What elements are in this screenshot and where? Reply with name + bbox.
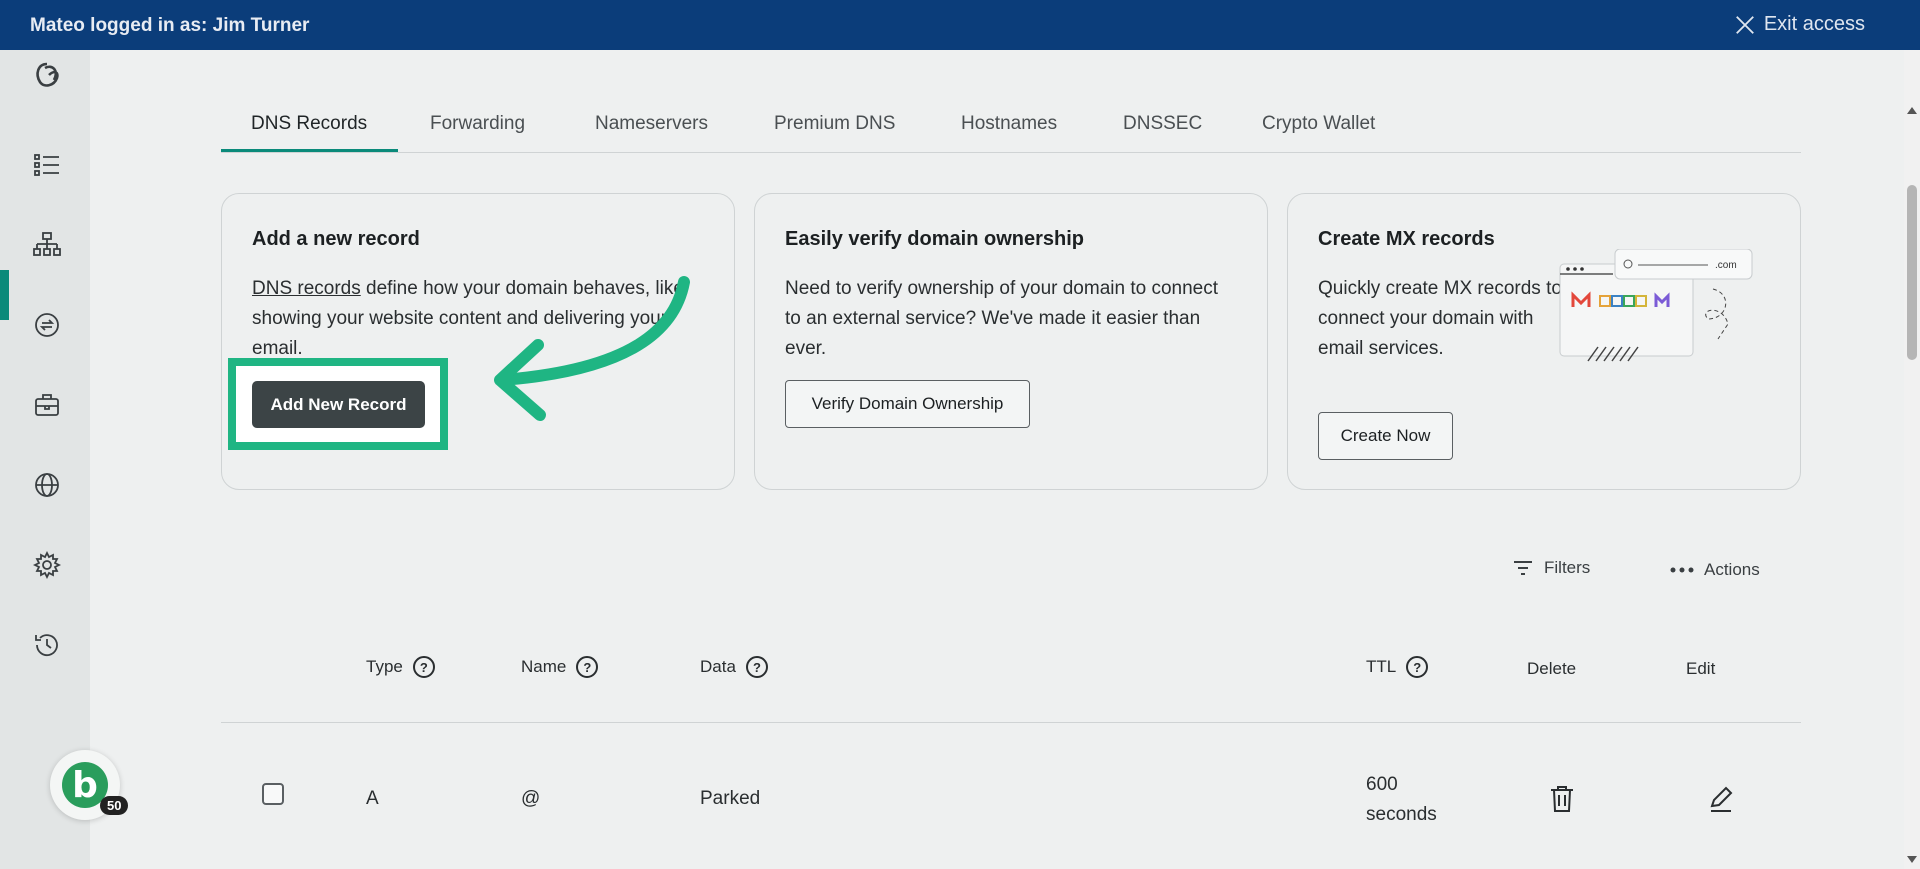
history-icon[interactable] [27,625,67,665]
help-icon[interactable]: ? [576,656,599,678]
header-ttl: TTL? [1366,656,1429,678]
dns-records-link[interactable]: DNS records [252,278,361,299]
gear-icon[interactable] [27,545,67,585]
verify-domain-description: Need to verify ownership of your domain … [785,278,1219,359]
tab-dns-records[interactable]: DNS Records [251,113,367,135]
verify-domain-title: Easily verify domain ownership [785,228,1084,250]
filters-button[interactable]: Filters [1512,558,1590,578]
active-tab-underline [221,149,398,152]
dns-tabs: DNS Records Forwarding Nameservers Premi… [221,100,1801,153]
mx-records-title: Create MX records [1318,228,1495,250]
page-scrollbar[interactable] [1904,50,1920,869]
pencil-edit-icon[interactable] [1707,784,1735,814]
verify-domain-ownership-button[interactable]: Verify Domain Ownership [785,380,1030,428]
trash-icon[interactable] [1548,784,1576,814]
record-type: A [366,788,379,809]
record-ttl-unit: seconds [1366,804,1437,825]
close-icon [1735,15,1754,34]
header-type: Type? [366,656,435,678]
filters-label: Filters [1544,558,1591,577]
briefcase-icon[interactable] [27,385,67,425]
scroll-thumb[interactable] [1907,185,1917,360]
transfer-icon[interactable] [27,305,67,345]
help-icon[interactable]: ? [412,656,435,678]
add-record-title: Add a new record [252,228,420,250]
exit-access-button[interactable]: Exit access [1734,13,1865,36]
exit-access-label: Exit access [1763,13,1865,35]
globe-icon[interactable] [27,465,67,505]
tab-nameservers[interactable]: Nameservers [595,113,708,135]
logo-icon [36,62,59,87]
header-name-label: Name [521,657,567,676]
record-data: Parked [700,788,761,809]
com-label: .com [1715,260,1737,271]
actions-button[interactable]: Actions [1670,560,1760,580]
actions-label: Actions [1704,560,1760,579]
help-icon[interactable]: ? [745,656,768,678]
mx-records-card: Create MX records Quickly create MX reco… [1287,193,1801,490]
header-ttl-label: TTL [1366,657,1397,676]
tab-crypto-wallet[interactable]: Crypto Wallet [1262,113,1375,135]
header-data: Data? [700,656,768,678]
tab-hostnames[interactable]: Hostnames [961,113,1057,135]
email-services-illustration: .com [1559,249,1753,362]
header-delete: Delete [1527,659,1577,678]
more-horizontal-icon [1670,567,1694,573]
records-table-header: Type? Name? Data? TTL? Delete Edit [221,650,1801,723]
sidebar-active-indicator [0,270,9,320]
header-type-label: Type [366,657,403,676]
row-select-checkbox[interactable] [262,783,284,805]
logged-in-as-text: Mateo logged in as: Jim Turner [30,15,310,36]
table-row: A @ Parked 600 seconds [221,760,1801,860]
mx-records-description: Quickly create MX records to connect you… [1318,278,1562,359]
tab-premium-dns[interactable]: Premium DNS [774,113,895,135]
header-data-label: Data [700,657,736,676]
verify-domain-card: Easily verify domain ownership Need to v… [754,193,1268,490]
header-name: Name? [521,656,599,678]
dns-network-icon[interactable] [27,225,67,265]
tab-dnssec[interactable]: DNSSEC [1123,113,1202,135]
add-new-record-button[interactable]: Add New Record [252,381,425,428]
record-name: @ [521,788,541,809]
create-now-button[interactable]: Create Now [1318,412,1453,460]
godaddy-logo-icon[interactable] [27,55,67,95]
tab-forwarding[interactable]: Forwarding [430,113,525,135]
header-edit: Edit [1686,659,1716,678]
impersonation-bar: Mateo logged in as: Jim Turner Exit acce… [0,0,1920,50]
list-icon[interactable] [27,145,67,185]
sidebar [0,50,90,869]
help-icon[interactable]: ? [1406,656,1429,678]
scroll-up-arrow-icon[interactable] [1907,107,1917,114]
record-ttl-value: 600 [1366,774,1398,795]
scroll-down-arrow-icon[interactable] [1907,856,1917,863]
pointer-arrow-icon [494,276,690,421]
filter-icon [1514,561,1532,575]
notification-count-badge: 50 [100,796,129,815]
